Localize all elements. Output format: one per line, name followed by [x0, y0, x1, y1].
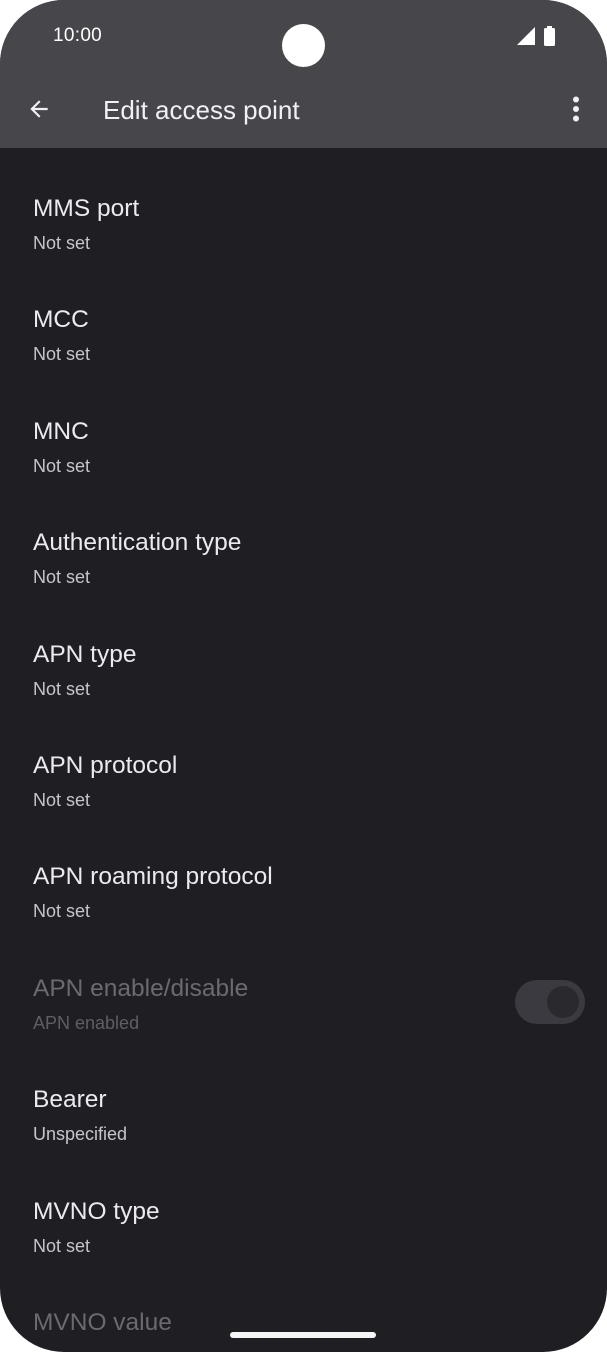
setting-mvno-value: MVNO value — [0, 1262, 607, 1352]
setting-apn-roaming-protocol[interactable]: APN roaming protocol Not set — [0, 816, 607, 927]
settings-list: MMS port Not set MCC Not set MNC Not set… — [0, 148, 607, 1352]
toggle-thumb — [547, 986, 579, 1018]
setting-bearer[interactable]: Bearer Unspecified — [0, 1039, 607, 1150]
setting-apn-type[interactable]: APN type Not set — [0, 594, 607, 705]
setting-title: MCC — [33, 306, 89, 334]
phone-screen: 10:00 Edit access point MMS port Not set… — [0, 0, 607, 1352]
setting-authentication-type[interactable]: Authentication type Not set — [0, 482, 607, 593]
setting-apn-enable-disable: APN enable/disable APN enabled — [0, 928, 607, 1039]
setting-summary: Unspecified — [33, 1124, 128, 1145]
status-icons — [517, 26, 555, 46]
setting-title: APN protocol — [33, 751, 178, 779]
setting-mcc[interactable]: MCC Not set — [0, 259, 607, 370]
setting-title: APN enable/disable — [33, 974, 249, 1002]
setting-title: Authentication type — [33, 529, 242, 557]
status-time: 10:00 — [53, 25, 103, 46]
top-app-bar: 10:00 Edit access point — [0, 0, 607, 148]
setting-apn-protocol[interactable]: APN protocol Not set — [0, 705, 607, 816]
setting-mms-port[interactable]: MMS port Not set — [0, 148, 607, 259]
setting-summary: Not set — [33, 567, 91, 588]
setting-title: MMS port — [33, 195, 140, 222]
setting-mvno-type[interactable]: MVNO type Not set — [0, 1151, 607, 1262]
setting-title: APN roaming protocol — [33, 863, 273, 891]
setting-title: MVNO type — [33, 1197, 160, 1225]
more-options-button[interactable] — [559, 88, 593, 130]
home-indicator[interactable] — [230, 1332, 376, 1338]
setting-summary: Not set — [33, 901, 91, 922]
page-title: Edit access point — [103, 95, 300, 125]
camera-cutout — [282, 24, 325, 67]
setting-summary: Not set — [33, 1235, 91, 1256]
setting-title: APN type — [33, 640, 137, 668]
apn-enable-toggle — [515, 980, 585, 1024]
battery-icon — [544, 26, 555, 46]
arrow-back-icon — [30, 100, 48, 118]
setting-summary: Not set — [33, 455, 91, 476]
setting-summary: Not set — [33, 233, 91, 253]
setting-mnc[interactable]: MNC Not set — [0, 371, 607, 482]
setting-title: Bearer — [33, 1086, 107, 1114]
setting-title: MNC — [33, 417, 89, 445]
back-button[interactable] — [18, 88, 60, 130]
setting-summary: APN enabled — [33, 1012, 140, 1033]
setting-summary: Not set — [33, 678, 91, 699]
setting-summary: Not set — [33, 344, 91, 365]
more-vert-icon — [573, 96, 579, 122]
setting-title: MVNO value — [33, 1308, 172, 1336]
signal-icon — [517, 27, 535, 45]
setting-summary: Not set — [33, 789, 91, 810]
